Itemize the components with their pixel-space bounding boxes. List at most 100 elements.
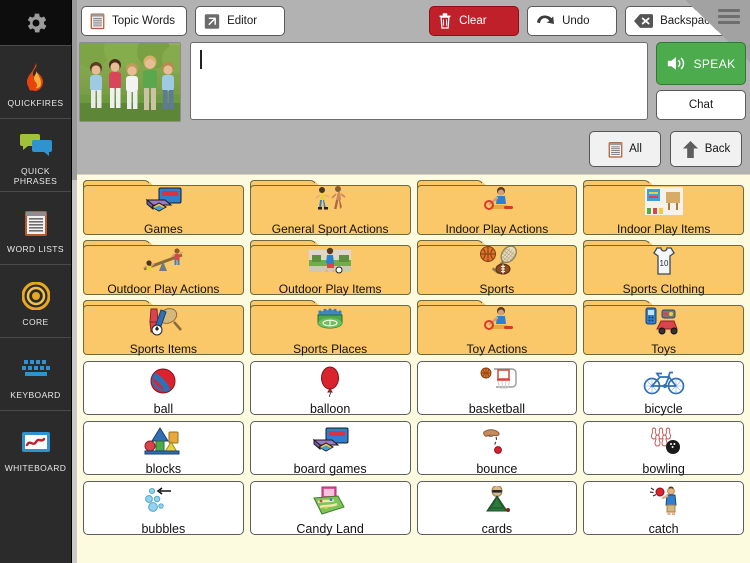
cell-label: Outdoor Play Actions bbox=[107, 282, 220, 296]
grid-cell-balloon[interactable]: balloon bbox=[249, 359, 411, 418]
cell-label: bounce bbox=[476, 462, 518, 476]
grid-cell-sports-places[interactable]: Sports Places bbox=[249, 299, 411, 358]
hamburger-menu-icon[interactable] bbox=[718, 9, 740, 27]
sidebar: QUICKFIRES QUICK PHRASES WORD LISTS CORE… bbox=[0, 0, 72, 563]
soccer-field-icon bbox=[250, 239, 411, 282]
undo-button[interactable]: Undo bbox=[527, 6, 618, 36]
grid-cell-sports-items[interactable]: Sports Items bbox=[83, 299, 244, 358]
grid-cell-sports[interactable]: Sports bbox=[416, 239, 578, 298]
grid-cell-toys[interactable]: Toys bbox=[583, 299, 744, 358]
seesaw-icon bbox=[83, 239, 244, 282]
sports-balls-icon bbox=[417, 239, 578, 282]
backspace-icon bbox=[634, 13, 654, 29]
sidebar-item-word-lists[interactable]: WORD LISTS bbox=[0, 191, 71, 264]
grid-cell-indoor-play-actions[interactable]: Indoor Play Actions bbox=[416, 179, 578, 238]
trash-icon bbox=[438, 12, 452, 30]
settings-gear-button[interactable] bbox=[0, 0, 71, 45]
child-playing-icon bbox=[417, 179, 578, 222]
grid-cell-basketball[interactable]: basketball bbox=[416, 359, 578, 418]
undo-arrow-icon bbox=[536, 13, 555, 30]
grid-row: bubbles Candy Land cards catch bbox=[80, 479, 747, 539]
sidebar-item-label: WORD LISTS bbox=[7, 243, 64, 254]
bicycle-icon bbox=[583, 359, 744, 402]
candyland-box-icon bbox=[250, 479, 411, 522]
button-label: Editor bbox=[227, 15, 258, 27]
back-button[interactable]: Back bbox=[670, 131, 742, 167]
chat-label: Chat bbox=[688, 99, 714, 111]
sidebar-item-label: QUICKFIRES bbox=[7, 97, 64, 108]
playing-cards-icon bbox=[417, 479, 578, 522]
grid-cell-toy-actions[interactable]: Toy Actions bbox=[416, 299, 578, 358]
grid-cell-bubbles[interactable]: bubbles bbox=[83, 479, 244, 538]
grid-cell-games[interactable]: Games bbox=[83, 179, 244, 238]
navigation-row: All Back bbox=[77, 124, 750, 174]
sidebar-item-keyboard[interactable]: KEYBOARD bbox=[0, 337, 71, 410]
backspace-button[interactable]: Backspace bbox=[625, 6, 729, 36]
grid-row: ball balloon basketball bicycle bbox=[80, 359, 747, 419]
cell-label: Toy Actions bbox=[466, 342, 528, 356]
grid-row: blocks board games bounce bowling bbox=[80, 419, 747, 479]
sidebar-item-core[interactable]: CORE bbox=[0, 264, 71, 337]
sidebar-item-label: WHITEBOARD bbox=[4, 462, 67, 473]
grid-cell-indoor-play-items[interactable]: Indoor Play Items bbox=[583, 179, 744, 238]
whiteboard-icon bbox=[21, 425, 51, 459]
grid-row: Games General Sport Actions Indoor Play … bbox=[80, 179, 747, 239]
cell-label: Games bbox=[144, 222, 183, 236]
playroom-icon bbox=[583, 179, 744, 222]
blocks-icon bbox=[83, 419, 244, 462]
sidebar-item-whiteboard[interactable]: WHITEBOARD bbox=[0, 410, 71, 483]
topic-words-button[interactable]: Topic Words bbox=[81, 6, 188, 36]
grid-cell-blocks[interactable]: blocks bbox=[83, 419, 244, 478]
bouncing-ball-icon bbox=[417, 419, 578, 462]
cell-label: Outdoor Play Items bbox=[278, 282, 382, 296]
cell-label: Toys bbox=[651, 342, 676, 356]
catch-ball-icon bbox=[583, 479, 744, 522]
grid-cell-sports-clothing[interactable]: 10 Sports Clothing bbox=[583, 239, 744, 298]
board-game-icon bbox=[250, 419, 411, 462]
cell-label: ball bbox=[153, 402, 174, 416]
speak-button[interactable]: SPEAK bbox=[656, 42, 746, 85]
grid-cell-board-games[interactable]: board games bbox=[249, 419, 411, 478]
child-playing-icon bbox=[417, 299, 578, 342]
cell-label: cards bbox=[481, 522, 513, 536]
clear-button[interactable]: Clear bbox=[429, 6, 520, 36]
sidebar-item-quickfires[interactable]: QUICKFIRES bbox=[0, 45, 71, 118]
svg-text:10: 10 bbox=[659, 259, 668, 268]
up-arrow-icon bbox=[682, 140, 699, 159]
grid-cell-bounce[interactable]: bounce bbox=[416, 419, 578, 478]
all-button[interactable]: All bbox=[589, 131, 661, 167]
sidebar-item-label: QUICK PHRASES bbox=[13, 165, 58, 186]
grid-cell-outdoor-play-items[interactable]: Outdoor Play Items bbox=[249, 239, 411, 298]
user-photo[interactable] bbox=[79, 42, 181, 122]
cell-label: board games bbox=[293, 462, 367, 476]
button-label: All bbox=[629, 143, 642, 155]
grid-cell-cards[interactable]: cards bbox=[416, 479, 578, 538]
sidebar-item-quick-phrases[interactable]: QUICK PHRASES bbox=[0, 118, 71, 191]
bubbles-icon bbox=[83, 479, 244, 522]
grid-cell-bowling[interactable]: bowling bbox=[583, 419, 744, 478]
sports-gear-icon bbox=[83, 299, 244, 342]
symbol-grid: Games General Sport Actions Indoor Play … bbox=[77, 174, 750, 563]
message-input[interactable] bbox=[190, 42, 648, 120]
grid-cell-bicycle[interactable]: bicycle bbox=[583, 359, 744, 418]
cell-label: Candy Land bbox=[296, 522, 364, 536]
chat-button[interactable]: Chat bbox=[656, 90, 746, 120]
cell-label: catch bbox=[648, 522, 679, 536]
grid-cell-outdoor-play-actions[interactable]: Outdoor Play Actions bbox=[83, 239, 244, 298]
speak-label: SPEAK bbox=[693, 56, 736, 71]
jersey-icon: 10 bbox=[583, 239, 744, 282]
editor-button[interactable]: Editor bbox=[195, 6, 286, 36]
grid-cell-ball[interactable]: ball bbox=[83, 359, 244, 418]
grid-cell-general-sport-actions[interactable]: General Sport Actions bbox=[249, 179, 411, 238]
cell-label: Sports Items bbox=[129, 342, 198, 356]
stadium-icon bbox=[250, 299, 411, 342]
cell-label: Sports Places bbox=[293, 342, 368, 356]
speech-bubbles-icon bbox=[19, 128, 53, 162]
grid-cell-candy-land[interactable]: Candy Land bbox=[249, 479, 411, 538]
sidebar-item-label: KEYBOARD bbox=[10, 389, 61, 400]
cell-label: balloon bbox=[309, 402, 351, 416]
target-icon bbox=[21, 279, 50, 313]
message-bar: SPEAK Chat bbox=[77, 42, 750, 124]
notepad-icon bbox=[90, 12, 105, 30]
grid-cell-catch[interactable]: catch bbox=[583, 479, 744, 538]
